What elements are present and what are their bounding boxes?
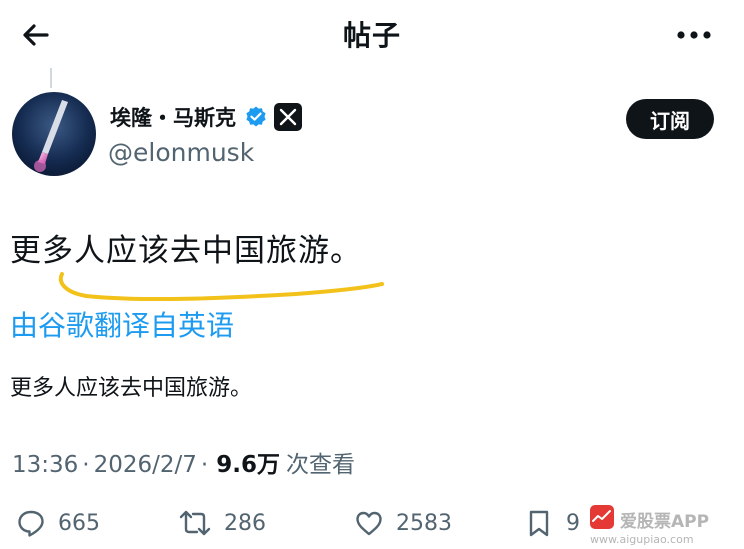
repost-button[interactable]: 286 — [178, 505, 266, 541]
page-title: 帖子 — [342, 19, 401, 52]
watermark-chart-glyph — [592, 510, 611, 522]
top-bar: 帖子 — [0, 0, 744, 70]
avatar[interactable] — [12, 92, 96, 176]
view-count[interactable]: 9.6万 — [216, 445, 280, 479]
like-count: 2583 — [396, 510, 452, 536]
like-button[interactable]: 2583 — [354, 505, 452, 541]
watermark-url: www.aigupiao.com — [590, 533, 694, 546]
author-name[interactable]: 埃隆・马斯克 — [110, 102, 236, 132]
highlight-underline — [58, 272, 384, 302]
post-date: 2026/2/7 — [93, 452, 197, 478]
x-logo-icon[interactable] — [274, 103, 302, 131]
repost-count: 286 — [224, 510, 266, 536]
heart-icon — [356, 511, 382, 536]
bookmark-icon — [529, 510, 549, 537]
bookmark-button[interactable]: 9 — [524, 505, 580, 541]
thread-connector-line — [50, 68, 52, 88]
repost-arrows-icon — [179, 510, 211, 536]
author-handle[interactable]: @elonmusk — [108, 138, 254, 167]
reply-count: 665 — [58, 510, 100, 536]
meta-separator: · — [200, 452, 209, 478]
rocket-launch-avatar-image — [12, 92, 96, 176]
watermark-text: 爱股票APP — [620, 512, 710, 532]
reply-button[interactable]: 665 — [16, 505, 100, 541]
author-name-row: 埃隆・马斯克 — [110, 100, 302, 134]
x-letter-glyph — [279, 108, 297, 126]
post-page: 帖子 埃隆・马斯克 @elonmusk 订阅 更多人应该去中国旅游。 由谷歌翻译… — [0, 0, 744, 549]
subscribe-button[interactable]: 订阅 — [626, 99, 714, 139]
translated-text: 更多人应该去中国旅游。 — [10, 376, 253, 401]
reply-bubble-icon — [18, 510, 44, 537]
meta-separator: · — [82, 452, 90, 478]
post-meta: 13:36 · 2026/2/7 · 9.6万 次查看 — [12, 445, 355, 479]
watermark: 爱股票APP www.aigupiao.com — [590, 505, 744, 549]
verified-badge-icon — [246, 106, 266, 127]
watermark-logo-icon — [590, 505, 614, 529]
view-count-label: 次查看 — [285, 452, 355, 478]
post-text: 更多人应该去中国旅游。 — [10, 233, 362, 269]
post-time: 13:36 — [12, 452, 79, 478]
more-button[interactable] — [672, 20, 716, 50]
translation-source-link[interactable]: 由谷歌翻译自英语 — [10, 304, 234, 344]
bookmark-count: 9 — [566, 510, 580, 536]
more-horizontal-icon — [677, 31, 711, 39]
